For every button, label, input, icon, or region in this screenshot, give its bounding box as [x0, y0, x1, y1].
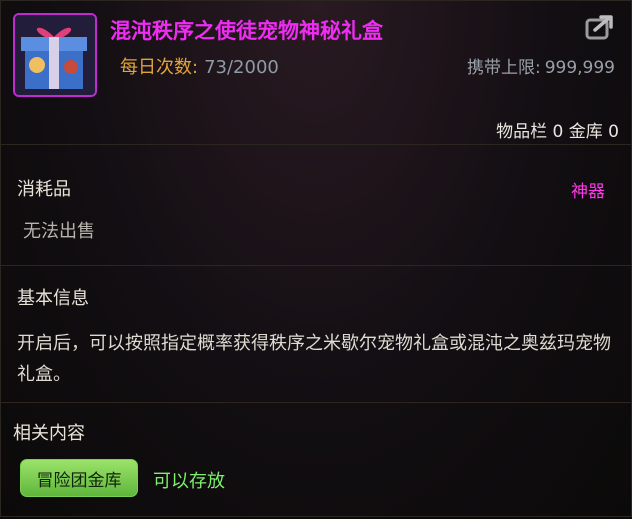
item-header: 混沌秩序之使徒宠物神秘礼盒 每日次数: 73/2000 携带上限: 999,999 …: [1, 1, 631, 145]
share-button[interactable]: [583, 11, 617, 45]
category-section: 消耗品 神器 无法出售: [1, 145, 631, 266]
storage-count: 物品栏 0 金库 0: [496, 122, 619, 142]
carry-limit-label: 携带上限:: [466, 58, 541, 78]
item-description: 开启后，可以按照指定概率获得秩序之米歇尔宠物礼盒或混沌之奥兹玛宠物礼盒。: [17, 333, 611, 385]
item-tooltip: 混沌秩序之使徒宠物神秘礼盒 每日次数: 73/2000 携带上限: 999,999 …: [0, 0, 632, 517]
gift-box-icon: [13, 13, 97, 97]
related-section: 相关内容 冒险团金库 可以存放: [1, 403, 631, 519]
daily-count: 每日次数: 73/2000: [120, 53, 279, 79]
basic-info-title: 基本信息: [17, 288, 89, 309]
storable-status: 可以存放: [153, 471, 225, 492]
daily-count-value: 73/2000: [204, 57, 279, 78]
daily-count-label: 每日次数:: [120, 57, 199, 78]
carry-limit-value: 999,999: [544, 58, 615, 78]
category-title: 消耗品: [17, 179, 71, 200]
carry-limit: 携带上限: 999,999: [467, 53, 615, 78]
grade-label: 神器: [571, 182, 605, 202]
basic-info-section: 基本信息 开启后，可以按照指定概率获得秩序之米歇尔宠物礼盒或混沌之奥兹玛宠物礼盒…: [1, 266, 631, 403]
sell-note: 无法出售: [23, 221, 95, 242]
item-name: 混沌秩序之使徒宠物神秘礼盒: [110, 19, 383, 43]
adventure-vault-button[interactable]: 冒险团金库: [20, 459, 138, 497]
related-title: 相关内容: [13, 423, 85, 444]
share-icon: [585, 15, 613, 40]
